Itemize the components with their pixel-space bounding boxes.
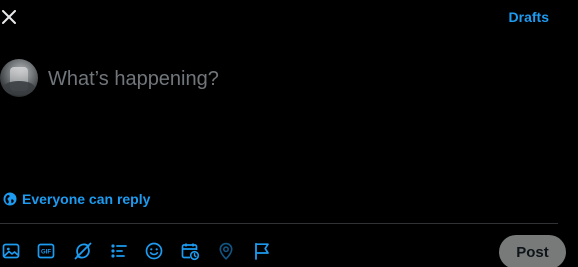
image-icon <box>2 243 20 259</box>
avatar[interactable] <box>0 59 38 97</box>
post-button[interactable]: Post <box>499 235 566 267</box>
globe-icon <box>3 192 17 206</box>
close-icon <box>2 10 16 24</box>
grok-icon <box>74 242 92 260</box>
gif-icon: GIF <box>37 243 55 259</box>
schedule-icon <box>181 243 200 261</box>
media-button[interactable] <box>0 240 22 262</box>
gif-button[interactable]: GIF <box>35 240 57 262</box>
drafts-button[interactable]: Drafts <box>509 9 549 25</box>
grok-button[interactable] <box>72 240 94 262</box>
divider <box>0 223 558 224</box>
emoji-button[interactable] <box>143 240 165 262</box>
post-composer: Drafts Everyone can reply GIF <box>0 0 578 267</box>
reply-setting-button[interactable]: Everyone can reply <box>3 191 150 207</box>
compose-input[interactable] <box>48 64 548 94</box>
flag-icon <box>255 242 269 260</box>
svg-text:GIF: GIF <box>41 250 51 256</box>
schedule-button[interactable] <box>179 240 201 262</box>
location-button[interactable] <box>215 240 237 262</box>
reply-setting-label: Everyone can reply <box>22 191 151 207</box>
poll-button[interactable] <box>108 240 130 262</box>
flag-button[interactable] <box>251 240 273 262</box>
location-icon <box>219 242 233 260</box>
close-button[interactable] <box>0 8 18 26</box>
poll-icon <box>111 244 127 258</box>
emoji-icon <box>145 242 163 260</box>
